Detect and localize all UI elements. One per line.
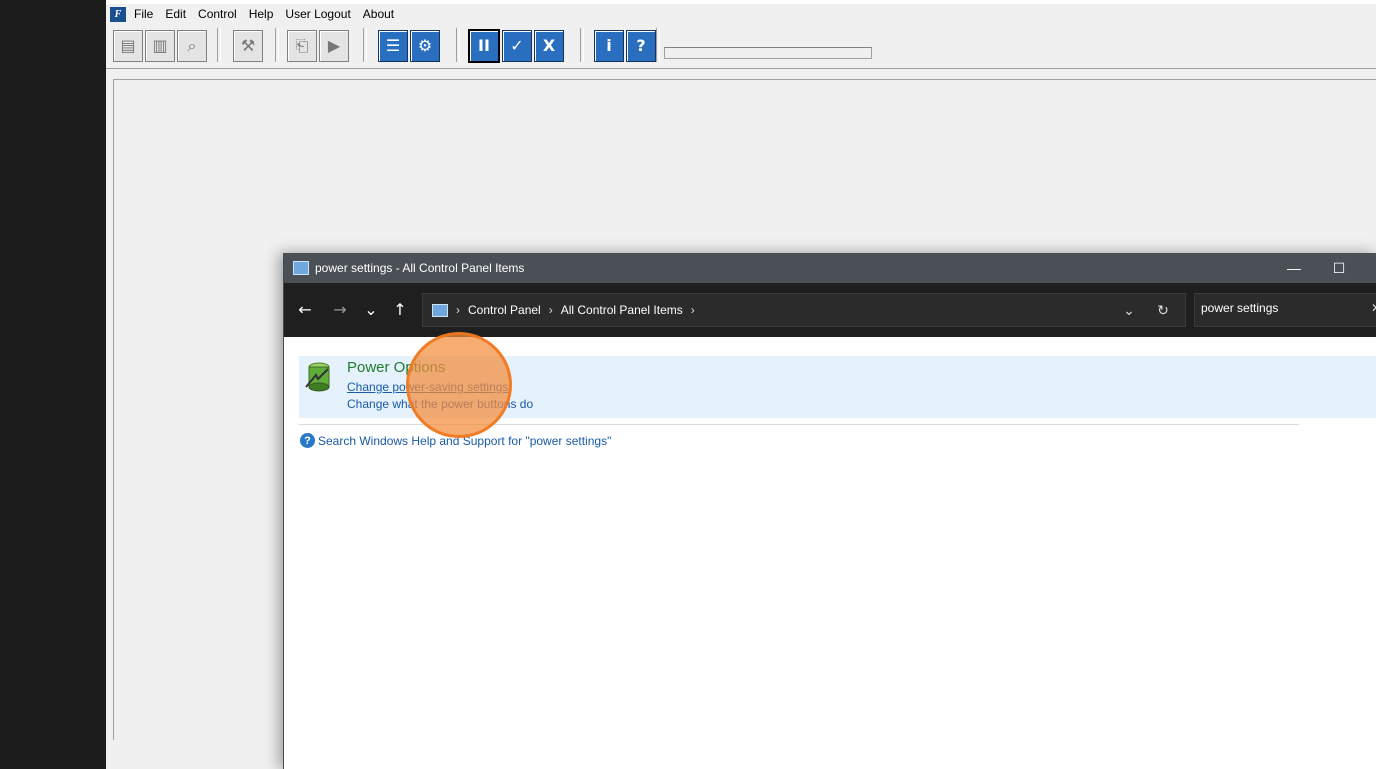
close-button[interactable]: X: [534, 29, 564, 62]
toolbar-group-control: II ✓ X: [466, 28, 566, 63]
question-icon: ?: [636, 36, 646, 55]
info-icon: i: [606, 36, 612, 55]
clear-search-icon[interactable]: ✕: [1371, 301, 1376, 315]
toolbar-group-help: i ?: [592, 29, 658, 62]
check-document-button[interactable]: ✓: [502, 29, 532, 62]
search-input[interactable]: [1201, 301, 1361, 315]
control-panel-icon: [293, 261, 309, 275]
doc-settings-button[interactable]: ⚙: [410, 29, 440, 62]
up-button[interactable]: ↑: [389, 298, 411, 320]
maximize-icon: ☐: [1332, 259, 1346, 276]
app-logo-icon: F: [110, 6, 126, 22]
toolbar-group-docs: ⎗ ▶: [285, 29, 351, 62]
pause-button[interactable]: II: [468, 28, 500, 63]
breadcrumb-control-panel[interactable]: Control Panel: [468, 303, 541, 317]
run-document-button[interactable]: ▶: [319, 29, 349, 62]
address-dropdown-button[interactable]: ⌄: [1117, 294, 1141, 326]
menu-control[interactable]: Control: [198, 7, 237, 21]
toolbar-group-lists: ☰ ⚙: [376, 29, 442, 62]
help-button[interactable]: ?: [626, 29, 656, 62]
document-icon: ▥: [152, 36, 168, 55]
menu-edit[interactable]: Edit: [165, 7, 186, 21]
import-button[interactable]: ⎗: [287, 29, 317, 62]
arrow-right-icon: →: [333, 299, 347, 319]
address-bar-area: ← → ⌄ ↑ › Control Panel › All Control Pa…: [284, 283, 1376, 337]
chevron-down-icon: ⌄: [364, 299, 378, 319]
report-icon: ▤: [120, 36, 136, 55]
menu-user-logout[interactable]: User Logout: [285, 7, 350, 21]
desktop-left-area: [0, 0, 106, 769]
doc-play-icon: ▶: [327, 36, 341, 55]
click-highlight-marker: [406, 332, 512, 438]
toolbar-group-reports: ▤ ▥ ⌕: [111, 29, 209, 62]
control-panel-titlebar: power settings - All Control Panel Items…: [284, 253, 1376, 283]
toolbar-separator: [580, 28, 584, 62]
wrench-icon: ⚒: [240, 36, 256, 55]
toolbar-separator: [275, 28, 279, 62]
refresh-icon: ↻: [1157, 301, 1169, 318]
toolbar-separator: [217, 28, 221, 62]
breadcrumb-separator: ›: [456, 303, 460, 317]
tools-button[interactable]: ⚒: [233, 29, 263, 62]
document-button[interactable]: ▥: [145, 29, 175, 62]
chevron-down-icon: ⌄: [1123, 301, 1135, 318]
minimize-icon: —: [1287, 260, 1301, 276]
back-button[interactable]: ←: [294, 298, 316, 320]
list-button[interactable]: ☰: [378, 29, 408, 62]
window-title: power settings - All Control Panel Items: [315, 261, 525, 275]
battery-icon: [305, 362, 330, 392]
control-panel-icon: [432, 303, 448, 317]
toolbar: ▤ ▥ ⌕ ⚒ ⎗ ▶ ☰ ⚙ II ✓ X i ?: [106, 24, 1376, 69]
progress-bar: [664, 47, 872, 59]
info-button[interactable]: i: [594, 29, 624, 62]
toolbar-group-tools: ⚒: [231, 29, 265, 62]
menu-bar: F File Edit Control Help User Logout Abo…: [106, 4, 1376, 24]
breadcrumb-separator[interactable]: ›: [549, 303, 553, 317]
recent-locations-button[interactable]: ⌄: [360, 298, 382, 320]
doc-import-icon: ⎗: [295, 35, 309, 55]
magnifier-icon: ⌕: [187, 35, 197, 55]
doc-check-icon: ✓: [510, 36, 524, 55]
breadcrumb[interactable]: › Control Panel › All Control Panel Item…: [422, 293, 1186, 327]
control-panel-window: power settings - All Control Panel Items…: [283, 253, 1376, 769]
doc-settings-icon: ⚙: [417, 36, 433, 55]
help-question-icon: ?: [300, 433, 315, 448]
forward-button[interactable]: →: [329, 298, 351, 320]
refresh-button[interactable]: ↻: [1151, 294, 1175, 326]
toolbar-separator: [456, 28, 460, 62]
list-icon: ☰: [385, 36, 401, 55]
toolbar-separator: [656, 28, 660, 62]
arrow-left-icon: ←: [298, 299, 312, 319]
menu-help[interactable]: Help: [249, 7, 274, 21]
breadcrumb-all-items[interactable]: All Control Panel Items: [561, 303, 683, 317]
breadcrumb-separator[interactable]: ›: [691, 303, 695, 317]
arrow-up-icon: ↑: [393, 299, 407, 319]
close-icon: X: [542, 36, 556, 55]
maximize-button[interactable]: ☐: [1316, 257, 1362, 279]
menu-about[interactable]: About: [363, 7, 394, 21]
pause-icon: II: [478, 36, 490, 55]
toolbar-separator: [363, 28, 367, 62]
search-box: ✕: [1194, 293, 1376, 327]
menu-file[interactable]: File: [134, 7, 153, 21]
report-button[interactable]: ▤: [113, 29, 143, 62]
minimize-button[interactable]: —: [1271, 257, 1317, 279]
search-button[interactable]: ⌕: [177, 29, 207, 62]
